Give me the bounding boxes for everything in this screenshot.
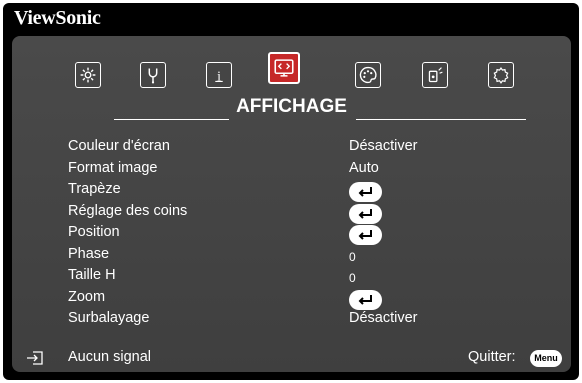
menu-item-zoom[interactable]: Zoom [12, 289, 571, 310]
tab-color[interactable] [355, 62, 381, 88]
tab-bar: i [12, 52, 571, 98]
enter-button[interactable] [349, 225, 382, 245]
tab-display[interactable] [268, 52, 300, 84]
audio-settings-icon [428, 67, 443, 83]
menu-item-phase[interactable]: Phase 0 [12, 246, 571, 267]
display-icon [274, 59, 294, 77]
menu-item-overscan[interactable]: Surbalayage Désactiver [12, 310, 571, 331]
menu-item-label: Trapèze [68, 181, 121, 197]
osd-window: ViewSonic i AFFICHAGE Couleur d'écran Dé… [3, 3, 579, 380]
input-source-icon [27, 351, 43, 365]
source-status: Aucun signal [68, 349, 152, 365]
tab-system[interactable] [488, 62, 514, 88]
menu-item-label: Surbalayage [68, 310, 150, 326]
system-settings-icon [493, 67, 509, 84]
menu-item-value: 0 [349, 249, 356, 264]
enter-icon [358, 208, 372, 219]
menu-item-label: Position [68, 224, 120, 240]
menu-item-label: Format image [68, 159, 158, 176]
menu-item-corner-adjust[interactable]: Réglage des coins [12, 203, 571, 224]
menu-item-label: Couleur d'écran [68, 138, 170, 154]
picture-settings-icon [80, 67, 96, 83]
tab-advanced-settings[interactable] [140, 62, 166, 88]
advanced-settings-icon [148, 68, 158, 84]
enter-icon [358, 187, 372, 197]
menu-item-keystone[interactable]: Trapèze [12, 181, 571, 202]
menu-item-label: Zoom [68, 288, 106, 305]
menu-item-value: Auto [349, 159, 379, 176]
status-bar: Aucun signal Quitter: Menu [12, 348, 571, 370]
menu-item-h-size[interactable]: Taille H 0 [12, 267, 571, 288]
menu-item-value: Désactiver [349, 138, 418, 154]
tab-information[interactable]: i [206, 62, 232, 88]
enter-button[interactable] [349, 289, 382, 310]
enter-button[interactable] [349, 182, 382, 202]
menu-item-screen-color[interactable]: Couleur d'écran Désactiver [12, 138, 571, 159]
menu-item-label: Phase [68, 245, 110, 262]
title-divider-left [114, 119, 229, 120]
enter-icon [358, 230, 372, 240]
menu-panel: i AFFICHAGE Couleur d'écran Désactiver F… [12, 36, 571, 372]
tab-picture-settings[interactable] [75, 62, 101, 88]
enter-button[interactable] [349, 203, 382, 224]
color-palette-icon [359, 66, 377, 84]
menu-item-value: Désactiver [349, 310, 418, 326]
menu-item-position[interactable]: Position [12, 224, 571, 245]
menu-item-label: Taille H [68, 267, 116, 283]
tab-title: AFFICHAGE [236, 96, 347, 117]
tab-audio[interactable] [422, 62, 448, 88]
menu-item-label: Réglage des coins [68, 202, 188, 219]
quit-label: Quitter: [468, 349, 516, 365]
menu-item-value: 0 [349, 271, 356, 285]
menu-button[interactable]: Menu [530, 350, 562, 367]
menu-item-aspect-ratio[interactable]: Format image Auto [12, 160, 571, 181]
enter-icon [358, 294, 372, 305]
title-divider-right [356, 119, 526, 120]
brand-logo: ViewSonic [14, 7, 101, 29]
information-icon: i [215, 69, 223, 84]
